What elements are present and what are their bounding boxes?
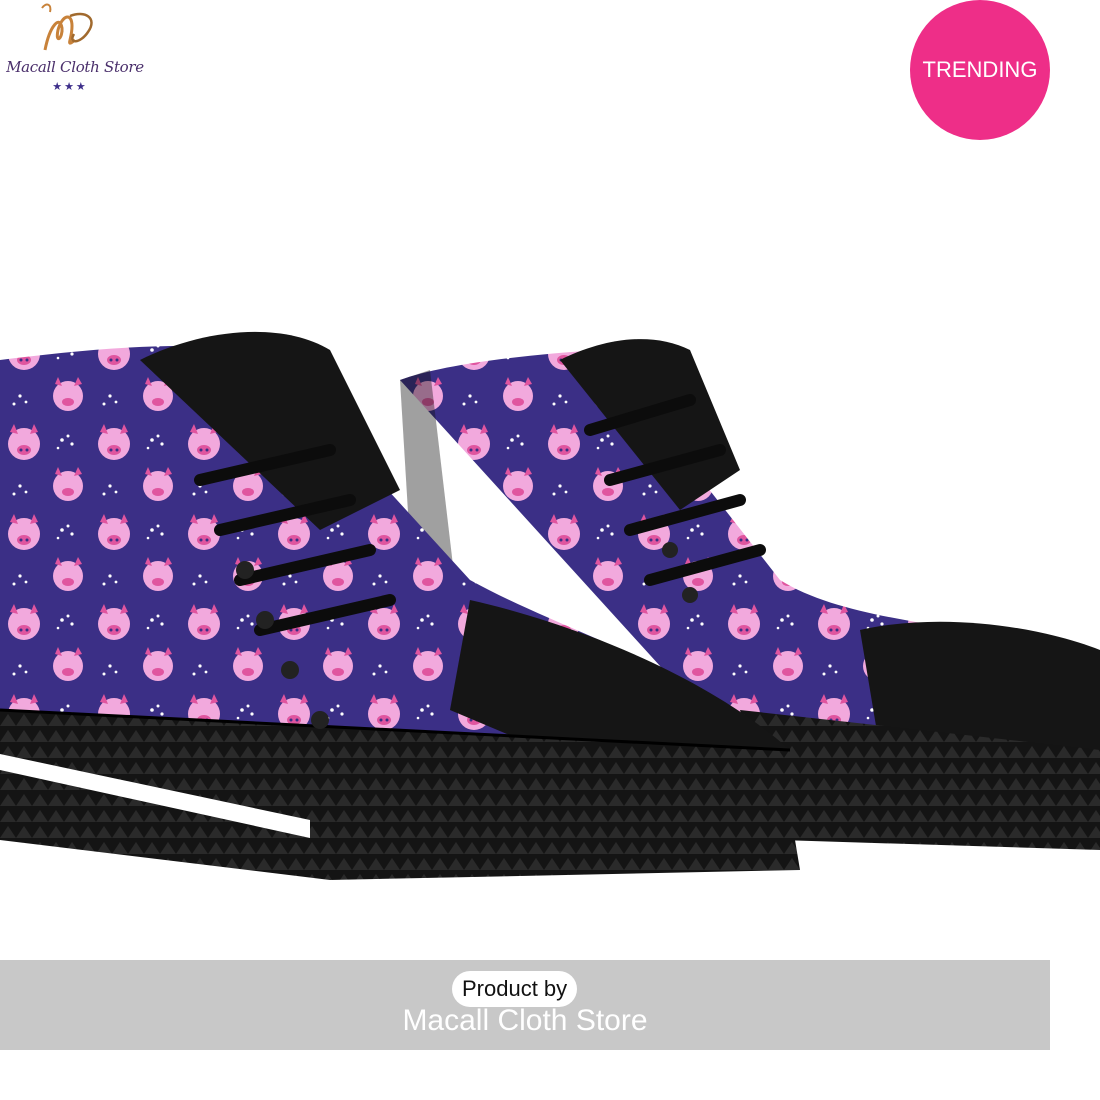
product-photo: [0, 331, 1100, 880]
product-by-label: Product by: [452, 971, 578, 1007]
store-logo: Macall Cloth Store ★★★: [0, 0, 150, 100]
store-name: Macall Cloth Store: [402, 1004, 648, 1037]
logo-stars: ★★★: [52, 81, 88, 93]
trending-badge: TRENDING: [910, 0, 1050, 140]
logo-text: Macall Cloth Store: [6, 58, 144, 76]
